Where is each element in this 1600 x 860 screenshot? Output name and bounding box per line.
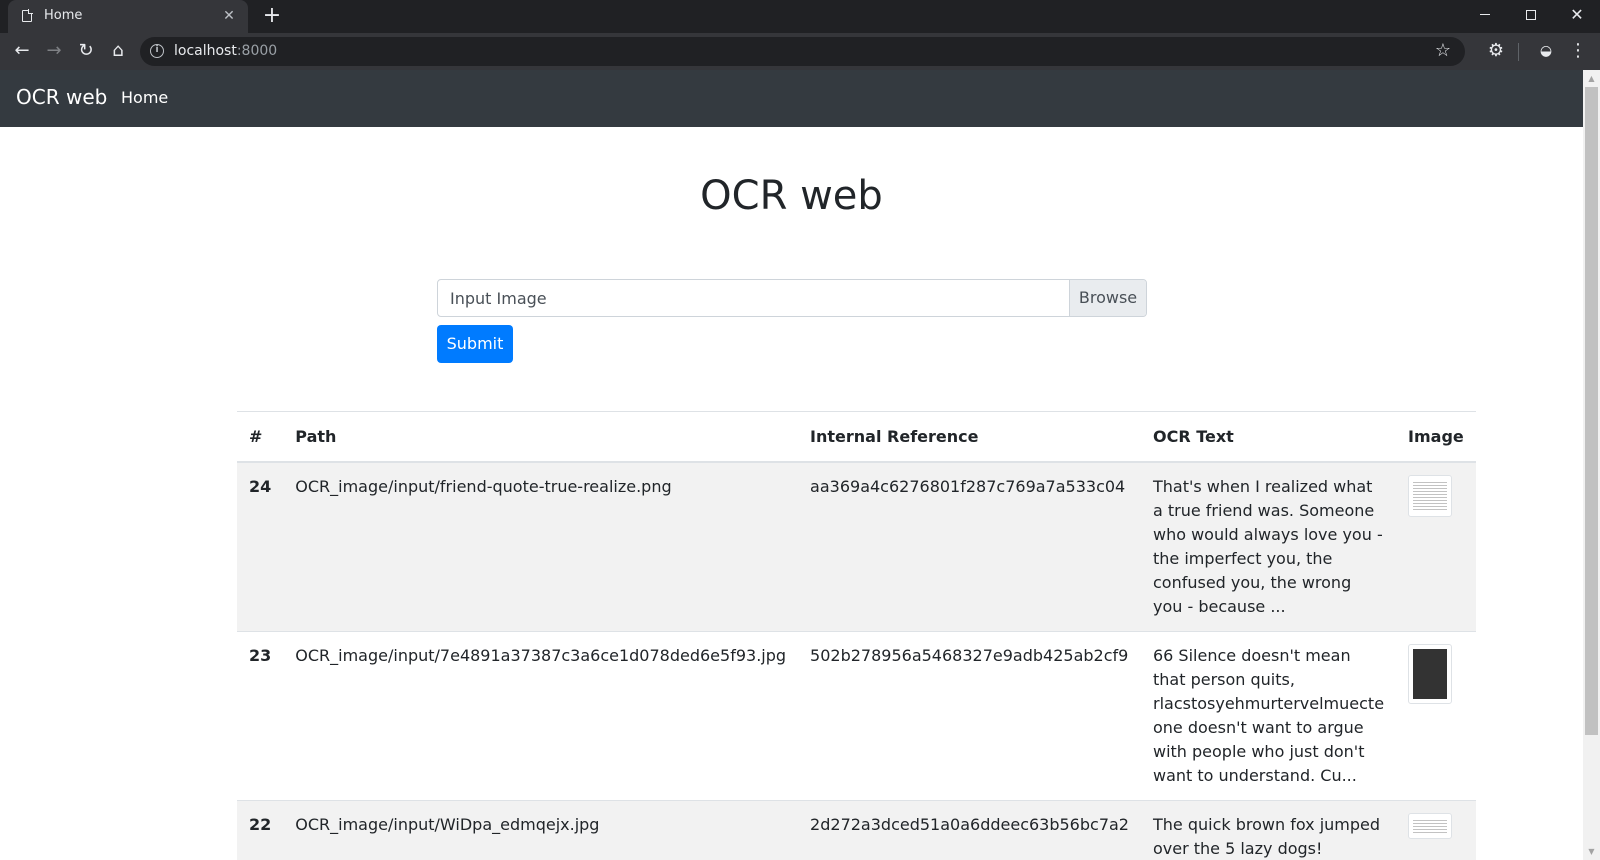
extension-icon[interactable]: ⚙ bbox=[1486, 41, 1506, 61]
header-image: Image bbox=[1396, 411, 1476, 463]
scroll-down-icon[interactable]: ▼ bbox=[1583, 843, 1600, 860]
image-thumbnail[interactable] bbox=[1408, 475, 1453, 517]
minimize-window-button[interactable] bbox=[1462, 0, 1508, 30]
row-internal-reference: aa369a4c6276801f287c769a7a533c04 bbox=[798, 461, 1141, 632]
restore-window-button[interactable] bbox=[1508, 0, 1554, 30]
page-title: OCR web bbox=[700, 173, 883, 219]
browser-menu-icon[interactable]: ⋮ bbox=[1568, 41, 1588, 61]
row-number: 22 bbox=[237, 800, 284, 860]
table-row: 22 OCR_image/input/WiDpa_edmqejx.jpg 2d2… bbox=[237, 800, 1476, 860]
address-bar[interactable]: i localhost:8000 ☆ bbox=[140, 37, 1465, 66]
incognito-profile-icon[interactable]: ◒ bbox=[1536, 41, 1556, 61]
url-text[interactable]: localhost:8000 bbox=[174, 43, 277, 59]
file-input-label: Input Image bbox=[450, 289, 547, 308]
scrollbar-thumb[interactable] bbox=[1585, 87, 1598, 735]
row-image-cell bbox=[1396, 461, 1476, 632]
header-ocr-text: OCR Text bbox=[1140, 411, 1397, 463]
back-icon[interactable]: ← bbox=[10, 39, 34, 63]
browser-tab-bar: Home ✕ + ✕ bbox=[0, 0, 1600, 33]
vertical-scrollbar[interactable]: ▲ ▼ bbox=[1583, 70, 1600, 860]
table-row: 23 OCR_image/input/7e4891a37387c3a6ce1d0… bbox=[237, 631, 1476, 801]
row-number: 24 bbox=[237, 461, 284, 632]
table-row: 24 OCR_image/input/friend-quote-true-rea… bbox=[237, 461, 1476, 632]
new-tab-icon[interactable]: + bbox=[260, 4, 284, 28]
reload-icon[interactable]: ↻ bbox=[74, 39, 98, 63]
header-number: # bbox=[237, 411, 284, 463]
row-number: 23 bbox=[237, 631, 284, 801]
nav-link-home[interactable]: Home bbox=[121, 88, 168, 107]
browser-tab[interactable]: Home ✕ bbox=[8, 0, 248, 33]
row-internal-reference: 2d272a3dced51a0a6ddeec63b56bc7a2 bbox=[798, 800, 1141, 860]
image-thumbnail[interactable] bbox=[1408, 813, 1453, 839]
header-path: Path bbox=[283, 411, 799, 463]
row-path: OCR_image/input/WiDpa_edmqejx.jpg bbox=[283, 800, 799, 860]
image-file-input[interactable]: Input Image Browse bbox=[437, 279, 1147, 317]
ocr-results-table: # Path Internal Reference OCR Text Image… bbox=[237, 411, 1476, 860]
forward-icon[interactable]: → bbox=[42, 39, 66, 63]
row-ocr-text: The quick brown fox jumped over the 5 la… bbox=[1140, 800, 1397, 860]
row-internal-reference: 502b278956a5468327e9adb425ab2cf9 bbox=[798, 631, 1141, 801]
close-window-button[interactable]: ✕ bbox=[1554, 0, 1600, 30]
table-header-row: # Path Internal Reference OCR Text Image bbox=[237, 411, 1476, 463]
close-tab-icon[interactable]: ✕ bbox=[218, 5, 240, 27]
row-ocr-text: That's when I realized what a true frien… bbox=[1140, 461, 1397, 632]
bookmark-star-icon[interactable]: ☆ bbox=[1435, 40, 1451, 61]
page-icon bbox=[22, 9, 33, 22]
navbar-brand[interactable]: OCR web bbox=[16, 85, 107, 109]
row-ocr-text: 66 Silence doesn't mean that person quit… bbox=[1140, 631, 1397, 801]
home-icon[interactable]: ⌂ bbox=[106, 39, 130, 63]
image-thumbnail[interactable] bbox=[1408, 644, 1453, 704]
row-path: OCR_image/input/friend-quote-true-realiz… bbox=[283, 461, 799, 632]
browser-toolbar: ← → ↻ ⌂ i localhost:8000 ☆ ⚙ ◒ ⋮ bbox=[0, 33, 1600, 70]
row-image-cell bbox=[1396, 800, 1476, 860]
scroll-up-icon[interactable]: ▲ bbox=[1583, 70, 1600, 87]
toolbar-divider bbox=[1518, 43, 1519, 61]
header-internal-reference: Internal Reference bbox=[798, 411, 1141, 463]
info-icon[interactable]: i bbox=[150, 44, 164, 58]
site-navbar: OCR web Home bbox=[0, 70, 1583, 127]
row-image-cell bbox=[1396, 631, 1476, 801]
row-path: OCR_image/input/7e4891a37387c3a6ce1d078d… bbox=[283, 631, 799, 801]
tab-title: Home bbox=[44, 8, 83, 23]
page-viewport: OCR web Home OCR web Input Image Browse … bbox=[0, 70, 1583, 860]
submit-button[interactable]: Submit bbox=[437, 325, 513, 363]
browse-button[interactable]: Browse bbox=[1069, 280, 1146, 316]
